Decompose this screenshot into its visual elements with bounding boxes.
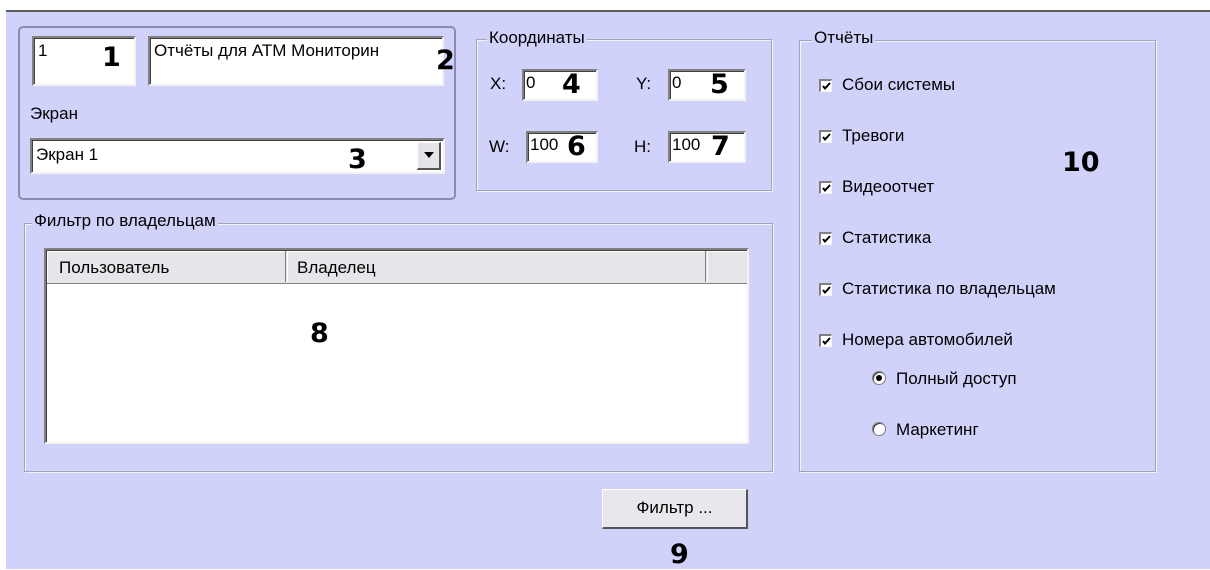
report-label-system-failures: Сбои системы — [842, 75, 956, 94]
radio-label-marketing: Маркетинг — [896, 420, 979, 439]
owner-table-header: Пользователь Владелец — [47, 251, 747, 284]
report-label-owner-statistics: Статистика по владельцам — [842, 279, 1056, 298]
callout-7: 7 — [711, 131, 730, 162]
report-label-statistics: Статистика — [842, 228, 932, 247]
checkbox-license-plates[interactable] — [819, 334, 832, 347]
callout-9: 9 — [670, 539, 689, 570]
dropdown-arrow-icon[interactable] — [417, 142, 441, 170]
coordinates-title: Координаты — [487, 28, 587, 48]
checkbox-statistics[interactable] — [819, 232, 832, 245]
object-name-field[interactable]: Отчёты для АТМ Мониторин — [148, 36, 444, 86]
owner-filter-title: Фильтр по владельцам — [32, 211, 218, 231]
callout-10: 10 — [1062, 147, 1100, 178]
column-header-owner[interactable]: Владелец — [287, 251, 706, 282]
callout-8: 8 — [310, 318, 329, 349]
checkmark-icon — [822, 337, 831, 346]
owner-table[interactable]: Пользователь Владелец — [44, 248, 749, 444]
callout-3: 3 — [348, 144, 367, 175]
report-label-license-plates: Номера автомобилей — [842, 330, 1013, 349]
checkbox-video-report[interactable] — [819, 181, 832, 194]
w-field[interactable]: 100 — [526, 131, 598, 163]
screen-select-value: Экран 1 — [36, 145, 99, 164]
checkmark-icon — [822, 286, 831, 295]
y-label: Y: — [636, 74, 652, 93]
checkmark-icon — [822, 133, 831, 142]
settings-panel: 1 Отчёты для АТМ Мониторин Экран Экран 1… — [6, 10, 1210, 570]
w-label: W: — [489, 137, 510, 156]
checkbox-owner-statistics[interactable] — [819, 283, 832, 296]
checkmark-icon — [822, 82, 831, 91]
checkbox-system-failures[interactable] — [819, 79, 832, 92]
column-header-filler — [707, 251, 747, 282]
radio-full-access[interactable] — [872, 371, 886, 385]
h-label: H: — [634, 137, 651, 156]
radio-label-full-access: Полный доступ — [896, 369, 1017, 388]
screen-label: Экран — [30, 104, 78, 123]
radio-selected-dot — [876, 375, 882, 381]
column-header-user[interactable]: Пользователь — [47, 251, 286, 282]
callout-5: 5 — [710, 69, 729, 100]
h-field[interactable]: 100 — [668, 131, 746, 163]
callout-1: 1 — [102, 42, 121, 73]
checkmark-icon — [822, 184, 831, 193]
screen-select[interactable]: Экран 1 — [30, 138, 445, 174]
callout-4: 4 — [562, 69, 581, 100]
callout-6: 6 — [567, 131, 586, 162]
x-label: X: — [490, 74, 507, 93]
y-field[interactable]: 0 — [668, 69, 746, 101]
radio-marketing[interactable] — [872, 422, 886, 436]
reports-title: Отчёты — [812, 28, 876, 48]
reports-group — [799, 40, 1156, 472]
coordinates-group — [476, 39, 772, 191]
checkbox-alarms[interactable] — [819, 130, 832, 143]
x-field[interactable]: 0 — [522, 69, 598, 101]
checkmark-icon — [822, 235, 831, 244]
filter-button[interactable]: Фильтр ... — [602, 489, 748, 529]
report-label-video-report: Видеоотчет — [842, 177, 935, 196]
report-label-alarms: Тревоги — [842, 126, 905, 145]
callout-2: 2 — [436, 45, 455, 76]
